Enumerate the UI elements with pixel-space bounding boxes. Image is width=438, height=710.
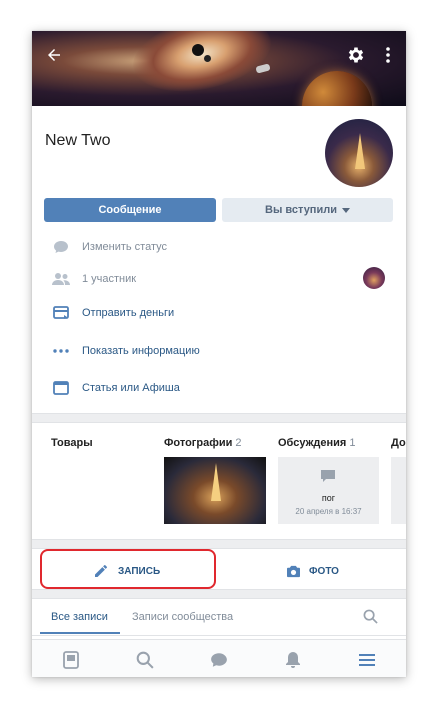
people-icon	[52, 270, 70, 288]
article-row[interactable]: Статья или Афиша	[52, 378, 180, 398]
caret-down-icon	[341, 207, 350, 213]
more-vertical-icon[interactable]	[380, 43, 396, 67]
show-info-row[interactable]: Показать информацию	[52, 341, 200, 361]
section-separator	[32, 413, 406, 423]
avatar-tower	[355, 133, 365, 169]
discussions-tab[interactable]: Обсуждения 1	[278, 437, 355, 449]
send-money-row[interactable]: Отправить деньги	[52, 303, 174, 323]
chat-bubble-icon	[52, 238, 70, 256]
article-icon	[52, 379, 70, 397]
menu-icon[interactable]	[356, 649, 378, 671]
change-status-row[interactable]: Изменить статус	[52, 237, 167, 257]
more-sections-title: До	[391, 437, 406, 449]
bottom-nav	[32, 639, 406, 677]
discussions-title: Обсуждения	[278, 437, 347, 449]
photo-thumbnail[interactable]	[164, 457, 266, 524]
info-row-label: Изменить статус	[82, 241, 168, 253]
tab-all-posts[interactable]: Все записи	[51, 611, 108, 623]
discussion-card[interactable]: пог 20 апреля в 16:37	[278, 457, 379, 524]
discussion-topic: пог	[321, 493, 336, 503]
joined-button[interactable]: Вы вступили	[222, 198, 393, 222]
community-avatar[interactable]	[325, 119, 393, 187]
search-icon[interactable]	[363, 609, 379, 625]
next-section-card[interactable]	[391, 457, 406, 524]
discussion-icon	[321, 470, 335, 482]
highlight-frame	[40, 549, 216, 589]
photos-title: Фотографии	[164, 437, 233, 449]
search-nav-icon[interactable]	[134, 649, 156, 671]
photo-post-label: ФОТО	[309, 565, 339, 577]
message-button-label: Сообщение	[98, 204, 162, 216]
discussions-count: 1	[349, 437, 356, 449]
photo-post-button[interactable]: ФОТО	[286, 561, 339, 581]
discussion-date: 20 апреля в 16:37	[295, 507, 362, 516]
more-dots-icon	[52, 342, 70, 360]
message-button[interactable]: Сообщение	[44, 198, 216, 222]
members-row[interactable]: 1 участник	[52, 269, 136, 289]
cover-moon-small	[204, 55, 211, 62]
info-row-label: Статья или Афиша	[82, 382, 180, 394]
active-tab-underline	[40, 632, 120, 634]
section-separator	[32, 589, 406, 599]
back-arrow-icon[interactable]	[42, 43, 66, 67]
photos-tab[interactable]: Фотографии 2	[164, 437, 242, 449]
tab-community-posts[interactable]: Записи сообщества	[132, 611, 233, 623]
info-row-label: 1 участник	[82, 273, 137, 285]
messages-icon[interactable]	[208, 649, 230, 671]
photos-count: 2	[235, 437, 242, 449]
section-separator	[32, 539, 406, 549]
more-sections-tab[interactable]: До	[391, 437, 406, 449]
notifications-icon[interactable]	[282, 649, 304, 671]
posts-tabs: Все записи Записи сообщества	[32, 599, 406, 636]
goods-tab[interactable]: Товары	[51, 437, 93, 449]
gear-icon[interactable]	[344, 43, 368, 67]
cover-image	[32, 31, 406, 106]
goods-title: Товары	[51, 437, 93, 449]
cover-planet	[302, 71, 372, 106]
joined-button-label: Вы вступили	[265, 204, 337, 216]
cover-moon	[192, 44, 204, 56]
member-avatar[interactable]	[363, 267, 385, 289]
photo-tower	[211, 463, 221, 501]
community-name: New Two	[45, 132, 111, 149]
info-row-label: Показать информацию	[82, 345, 200, 357]
wallet-icon	[52, 304, 70, 322]
camera-icon	[286, 565, 301, 578]
news-icon[interactable]	[60, 649, 82, 671]
app-window: New Two Сообщение Вы вступили Изменить с…	[32, 31, 406, 677]
info-row-label: Отправить деньги	[82, 307, 175, 319]
